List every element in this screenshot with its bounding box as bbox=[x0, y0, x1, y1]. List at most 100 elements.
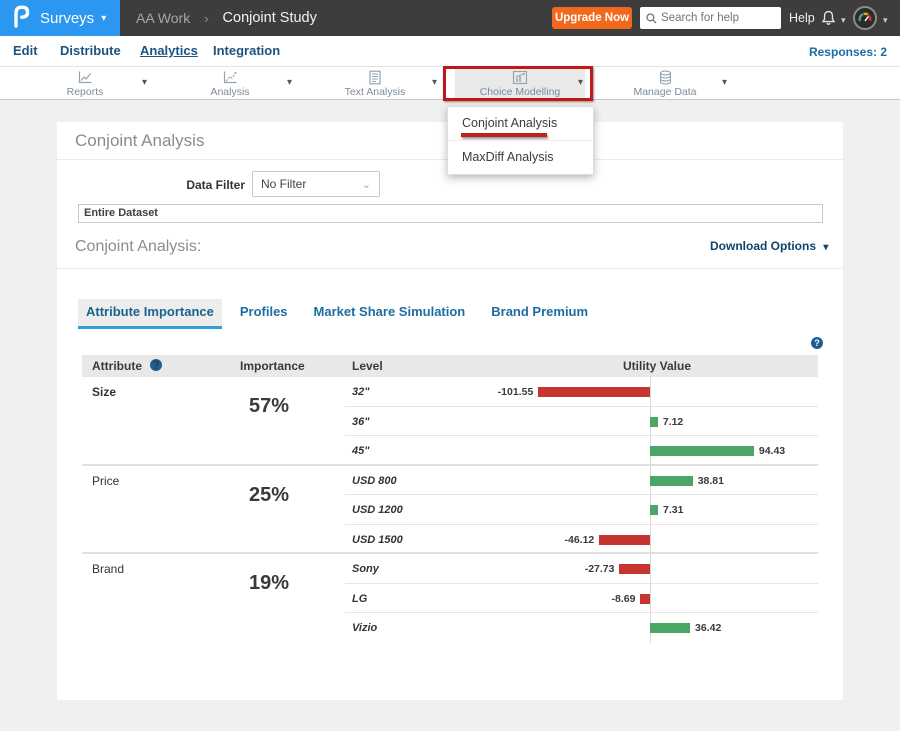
search-input[interactable] bbox=[661, 12, 773, 24]
analytics-toolbar: Reports ▾ Analysis ▾ Text Analysis ▾ Cho… bbox=[0, 66, 900, 100]
download-options-button[interactable]: Download Options ▾ bbox=[710, 239, 828, 253]
notifications-bell-icon[interactable] bbox=[820, 9, 837, 32]
responses-count[interactable]: Responses: 2 bbox=[809, 45, 887, 59]
toolbar-caret-analysis-icon[interactable]: ▾ bbox=[287, 77, 292, 88]
toolbar-item-label: Text Analysis bbox=[345, 86, 406, 98]
toolbar-item-analysis[interactable]: Analysis bbox=[165, 67, 295, 100]
nav-item-integration[interactable]: Integration bbox=[213, 43, 280, 58]
product-name: Surveys bbox=[40, 10, 94, 27]
upgrade-now-button[interactable]: Upgrade Now bbox=[552, 7, 632, 29]
level-label: USD 800 bbox=[352, 475, 397, 487]
trend-chart-icon bbox=[222, 70, 238, 85]
nav-item-distribute[interactable]: Distribute bbox=[60, 43, 121, 58]
questionpro-logo-icon bbox=[11, 4, 31, 33]
data-filter-select[interactable]: No Filter ⌄ bbox=[252, 171, 380, 197]
toolbar-item-choice-modelling[interactable]: Choice Modelling bbox=[455, 67, 585, 100]
menu-item-label: MaxDiff Analysis bbox=[462, 150, 553, 164]
section-title: Conjoint Analysis: bbox=[75, 238, 201, 256]
col-header-attribute: Attribute bbox=[92, 359, 142, 373]
utility-bar bbox=[650, 417, 658, 427]
utility-bar bbox=[650, 623, 690, 633]
tab-brand-premium[interactable]: Brand Premium bbox=[483, 299, 596, 329]
level-label: Sony bbox=[352, 563, 379, 575]
data-filter-label: Data Filter bbox=[88, 178, 245, 192]
toolbar-item-reports[interactable]: Reports bbox=[20, 67, 150, 100]
product-caret-icon[interactable]: ▾ bbox=[101, 13, 106, 24]
tab-profiles[interactable]: Profiles bbox=[232, 299, 296, 329]
nav-item-analytics[interactable]: Analytics bbox=[140, 43, 198, 58]
utility-bar bbox=[538, 387, 650, 397]
level-row: 32" -101.55 bbox=[82, 377, 818, 407]
notifications-caret-icon[interactable]: ▾ bbox=[841, 15, 846, 26]
level-label: 45" bbox=[352, 445, 369, 457]
level-label: LG bbox=[352, 593, 367, 605]
utility-bar bbox=[650, 446, 754, 456]
top-header: Surveys ▾ AA Work › Conjoint Study Upgra… bbox=[0, 0, 900, 36]
conjoint-table: Attribute ? Importance Level Utility Val… bbox=[82, 355, 818, 644]
level-label: 32" bbox=[352, 386, 369, 398]
toolbar-item-label: Analysis bbox=[210, 86, 249, 98]
attribute-help-icon[interactable]: ? bbox=[150, 359, 162, 371]
analysis-tabs: Attribute Importance Profiles Market Sha… bbox=[78, 299, 606, 329]
utility-value: 7.31 bbox=[663, 504, 683, 516]
account-avatar[interactable] bbox=[853, 6, 877, 30]
table-help-icon[interactable]: ? bbox=[811, 337, 823, 349]
utility-value: 94.43 bbox=[759, 445, 785, 457]
toolbar-item-label: Choice Modelling bbox=[480, 86, 561, 98]
menu-item-label: Conjoint Analysis bbox=[462, 116, 557, 130]
toolbar-caret-choice-modelling-icon[interactable]: ▾ bbox=[578, 77, 583, 88]
menu-item-conjoint-analysis[interactable]: Conjoint Analysis bbox=[448, 107, 593, 140]
col-header-importance: Importance bbox=[240, 359, 305, 373]
breadcrumb-survey-title: Conjoint Study bbox=[223, 10, 317, 26]
attribute-group-brand: Brand 19% Sony-27.73 LG-8.69 Vizio36.42 bbox=[82, 554, 818, 643]
level-row: USD 800 38.81 bbox=[82, 466, 818, 496]
data-filter-value: No Filter bbox=[261, 177, 362, 191]
toolbar-caret-manage-data-icon[interactable]: ▾ bbox=[722, 77, 727, 88]
level-row: 36"7.12 bbox=[82, 407, 818, 437]
database-icon bbox=[658, 70, 673, 85]
nav-item-edit[interactable]: Edit bbox=[13, 43, 38, 58]
toolbar-item-label: Reports bbox=[67, 86, 104, 98]
text-document-icon bbox=[368, 70, 382, 85]
help-search[interactable] bbox=[640, 7, 781, 29]
tab-market-share-simulation[interactable]: Market Share Simulation bbox=[306, 299, 474, 329]
level-label: USD 1200 bbox=[352, 504, 403, 516]
level-row: USD 1200 7.31 bbox=[82, 495, 818, 525]
table-header-row: Attribute ? Importance Level Utility Val… bbox=[82, 355, 818, 377]
utility-bar bbox=[650, 505, 658, 515]
download-caret-icon: ▾ bbox=[823, 242, 828, 253]
utility-value: 36.42 bbox=[695, 622, 721, 634]
toolbar-item-text-analysis[interactable]: Text Analysis bbox=[310, 67, 440, 100]
dataset-scope-bar: Entire Dataset bbox=[78, 204, 823, 223]
line-chart-icon bbox=[77, 70, 93, 85]
divider bbox=[57, 268, 843, 269]
breadcrumb-separator-icon: › bbox=[204, 11, 208, 26]
breadcrumb: AA Work › Conjoint Study bbox=[136, 0, 317, 36]
product-switcher[interactable]: Surveys ▾ bbox=[0, 0, 120, 36]
toolbar-item-manage-data[interactable]: Manage Data bbox=[600, 67, 730, 100]
search-icon bbox=[646, 13, 657, 24]
toolbar-caret-text-analysis-icon[interactable]: ▾ bbox=[432, 77, 437, 88]
account-caret-icon[interactable]: ▾ bbox=[883, 15, 888, 26]
level-row: LG-8.69 bbox=[82, 584, 818, 614]
utility-value: -46.12 bbox=[565, 534, 595, 546]
utility-bar bbox=[599, 535, 650, 545]
utility-value: -101.55 bbox=[498, 386, 534, 398]
toolbar-caret-reports-icon[interactable]: ▾ bbox=[142, 77, 147, 88]
toolbar-item-label: Manage Data bbox=[633, 86, 696, 98]
menu-item-maxdiff-analysis[interactable]: MaxDiff Analysis bbox=[448, 140, 593, 174]
app-window: Surveys ▾ AA Work › Conjoint Study Upgra… bbox=[0, 0, 900, 731]
tab-attribute-importance[interactable]: Attribute Importance bbox=[78, 299, 222, 329]
utility-value: 38.81 bbox=[698, 475, 724, 487]
survey-nav: Edit Distribute Analytics Integration Re… bbox=[0, 36, 900, 66]
download-options-label: Download Options bbox=[710, 239, 816, 253]
chevron-down-icon: ⌄ bbox=[362, 178, 371, 191]
choice-modelling-dropdown: Conjoint Analysis MaxDiff Analysis bbox=[447, 106, 594, 175]
utility-value: 7.12 bbox=[663, 416, 683, 428]
utility-bar bbox=[640, 594, 650, 604]
col-header-utility-value: Utility Value bbox=[623, 359, 691, 373]
breadcrumb-workspace[interactable]: AA Work bbox=[136, 10, 190, 26]
level-row: 45" 94.43 bbox=[82, 436, 818, 466]
help-link[interactable]: Help bbox=[789, 11, 815, 25]
utility-bar bbox=[650, 476, 693, 486]
